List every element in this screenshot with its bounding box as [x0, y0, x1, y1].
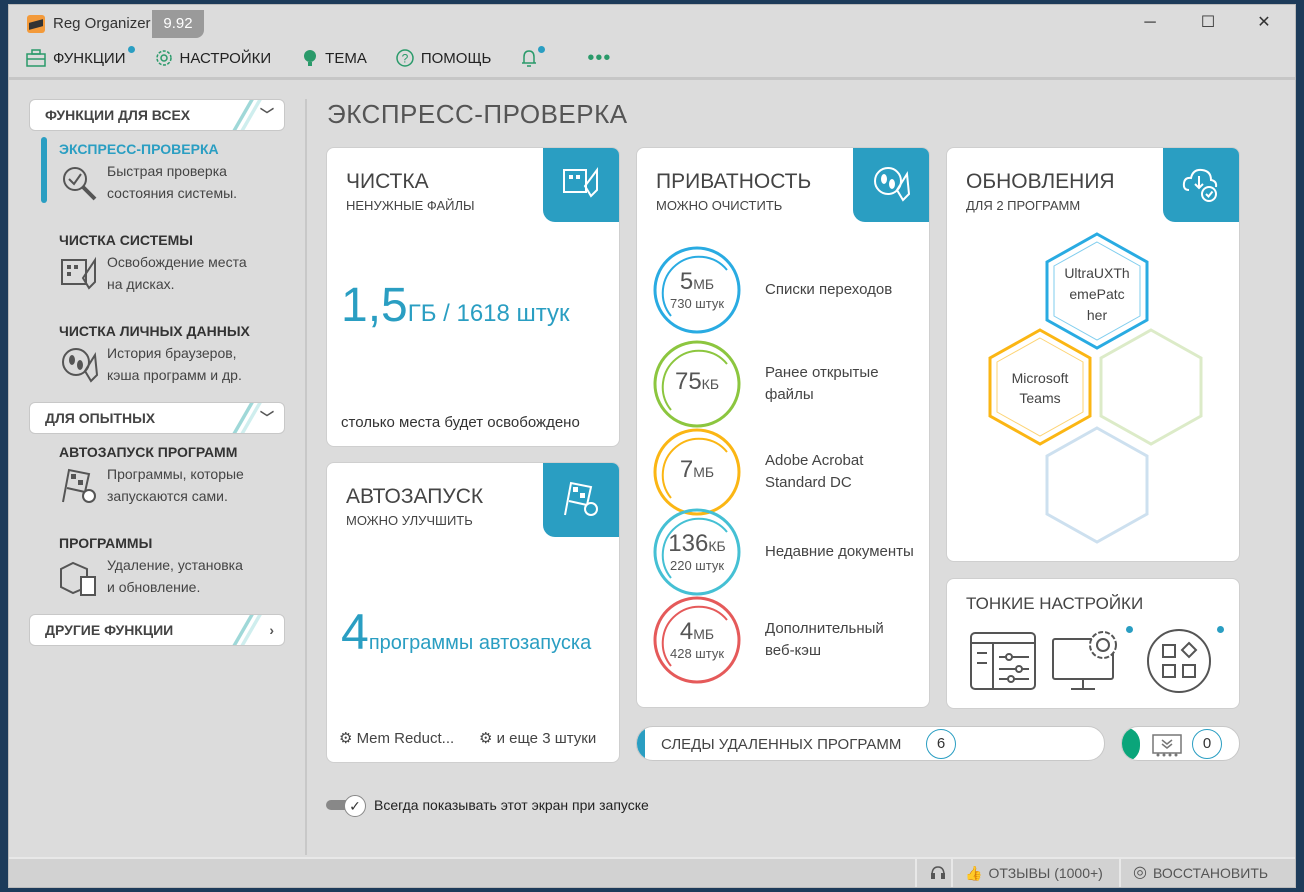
- bell-icon: [522, 50, 537, 67]
- sidebar-item-privacy-cleanup[interactable]: ЧИСТКА ЛИЧНЫХ ДАННЫХ История браузеров, к…: [29, 313, 285, 404]
- close-button[interactable]: ✕: [1249, 11, 1279, 35]
- cloud-download-icon: [1182, 168, 1218, 202]
- notification-dot: [1126, 626, 1133, 633]
- autorun-tab: [543, 463, 619, 537]
- chip-icon: [1152, 734, 1182, 757]
- updates-tab: [1163, 148, 1239, 222]
- drivers-button[interactable]: 0: [1121, 726, 1240, 761]
- minimize-button[interactable]: ─: [1135, 11, 1165, 35]
- cleanup-card[interactable]: ЧИСТКА НЕНУЖНЫЕ ФАЙЛЫ 1,5ГБ / 1618 штук …: [326, 147, 620, 447]
- privacy-card[interactable]: ПРИВАТНОСТЬ МОЖНО ОЧИСТИТЬ 5МБ 730 штук …: [636, 147, 930, 708]
- menu-settings[interactable]: НАСТРОЙКИ: [154, 48, 271, 68]
- sidebar-item-programs[interactable]: ПРОГРАММЫ Удаление, установка и обновлени…: [29, 525, 285, 616]
- privacy-item[interactable]: 75КБ Ранее открытые файлы: [651, 338, 879, 430]
- more-button[interactable]: •••: [587, 47, 611, 70]
- status-bar: 👍 ОТЗЫВЫ (1000+) ◎ ВОССТАНОВИТЬ: [9, 857, 1295, 887]
- active-indicator: [41, 137, 47, 203]
- footprints-icon: [874, 167, 911, 202]
- main-menu: ФУНКЦИИ НАСТРОЙКИ ТЕМА ? ПОМОЩЬ •••: [25, 45, 639, 71]
- show-on-start-toggle[interactable]: ✓ Всегда показывать этот экран при запус…: [326, 795, 649, 817]
- privacy-item[interactable]: 4МБ 428 штук Дополнительный веб-кэш: [651, 594, 884, 686]
- checkered-flag-icon: [62, 468, 96, 503]
- hex-empty: [1045, 426, 1149, 544]
- chevron-right-icon: ›: [269, 622, 274, 638]
- chevron-down-icon: ﹀: [260, 107, 274, 123]
- chevron-down-icon: ﹀: [260, 410, 274, 426]
- maximize-button[interactable]: ☐: [1193, 11, 1223, 35]
- privacy-item[interactable]: 5МБ 730 штук Списки переходов: [651, 244, 892, 336]
- version-badge: 9.92: [152, 10, 204, 38]
- help-icon: ?: [396, 49, 414, 67]
- section-other-functions[interactable]: ДРУГИЕ ФУНКЦИИ ›: [29, 614, 285, 646]
- check-icon: ✓: [344, 795, 366, 817]
- section-all-functions[interactable]: ФУНКЦИИ ДЛЯ ВСЕХ ﹀: [29, 99, 285, 131]
- restore-button[interactable]: ◎ ВОССТАНОВИТЬ: [1119, 859, 1289, 887]
- notification-dot: [1217, 626, 1224, 633]
- app-title: Reg Organizer: [53, 15, 151, 32]
- sidebar-divider: [305, 99, 307, 855]
- sidebar-item-express-check[interactable]: ЭКСПРЕСС-ПРОВЕРКА Быстрая проверка состоя…: [29, 131, 285, 222]
- magnifier-check-icon: [63, 167, 97, 201]
- checkered-flag-icon: [564, 481, 598, 516]
- svg-text:?: ?: [401, 52, 408, 66]
- traces-count: 6: [926, 729, 956, 759]
- bulb-icon: [304, 50, 317, 66]
- accent-strip: [637, 727, 645, 760]
- menu-help[interactable]: ? ПОМОЩЬ: [395, 48, 491, 68]
- menu-functions[interactable]: ФУНКЦИИ: [25, 46, 135, 68]
- reviews-button[interactable]: 👍 ОТЗЫВЫ (1000+): [951, 859, 1117, 887]
- hex-empty: [1099, 328, 1203, 446]
- footprints-icon: [62, 348, 99, 383]
- privacy-item[interactable]: 136КБ 220 штук Недавние документы: [651, 506, 914, 598]
- cleanup-tab: [543, 148, 619, 222]
- monitor-gear-icon[interactable]: [1051, 629, 1127, 693]
- drivers-count: 0: [1192, 729, 1222, 759]
- broom-disk-icon: [563, 167, 598, 198]
- autorun-item[interactable]: ⚙ Mem Reduct...: [339, 729, 454, 747]
- privacy-item[interactable]: 7МБ Adobe Acrobat Standard DC: [651, 426, 863, 518]
- sidebar: ФУНКЦИИ ДЛЯ ВСЕХ ﹀ ЭКСПРЕСС-ПРОВЕРКА Быст…: [29, 99, 285, 646]
- thumbs-up-icon: 👍: [965, 865, 983, 881]
- notification-dot: [127, 46, 135, 53]
- toolbox-icon: [26, 49, 46, 67]
- support-button[interactable]: [915, 859, 949, 887]
- notification-dot: [538, 46, 546, 53]
- sliders-panel-icon[interactable]: [969, 631, 1037, 691]
- tweaks-card[interactable]: ТОНКИЕ НАСТРОЙКИ: [946, 578, 1240, 709]
- broom-disk-icon: [61, 256, 96, 290]
- accent-strip: [1122, 727, 1140, 760]
- section-advanced[interactable]: ДЛЯ ОПЫТНЫХ ﹀: [29, 402, 285, 434]
- menu-divider: [9, 77, 1295, 80]
- page-title: ЭКСПРЕСС-ПРОВЕРКА: [327, 99, 628, 129]
- apps-grid-icon[interactable]: [1145, 627, 1213, 695]
- notifications-button[interactable]: [519, 46, 546, 68]
- privacy-tab: [853, 148, 929, 222]
- app-window: Reg Organizer 9.92 ─ ☐ ✕ ФУНКЦИИ НАСТРОЙ…: [8, 4, 1296, 888]
- sidebar-item-system-cleanup[interactable]: ЧИСТКА СИСТЕМЫ Освобождение места на диск…: [29, 222, 285, 313]
- title-bar: Reg Organizer 9.92 ─ ☐ ✕: [9, 5, 1295, 41]
- uninstalled-traces-button[interactable]: СЛЕДЫ УДАЛЕННЫХ ПРОГРАММ 6: [636, 726, 1105, 761]
- restore-icon: ◎: [1133, 864, 1147, 881]
- gear-icon: [155, 50, 172, 66]
- sidebar-item-autorun[interactable]: АВТОЗАПУСК ПРОГРАММ Программы, которые за…: [29, 434, 285, 525]
- box-trash-icon: [60, 561, 96, 596]
- autorun-card[interactable]: АВТОЗАПУСК МОЖНО УЛУЧШИТЬ 4программы авт…: [326, 462, 620, 763]
- app-logo-icon: [27, 15, 45, 33]
- headset-icon: [931, 866, 945, 879]
- autorun-more-link[interactable]: ⚙ и еще 3 штуки: [479, 729, 596, 747]
- updates-card[interactable]: ОБНОВЛЕНИЯ ДЛЯ 2 ПРОГРАММ UltraUXTh emeP…: [946, 147, 1240, 562]
- menu-theme[interactable]: ТЕМА: [299, 48, 367, 68]
